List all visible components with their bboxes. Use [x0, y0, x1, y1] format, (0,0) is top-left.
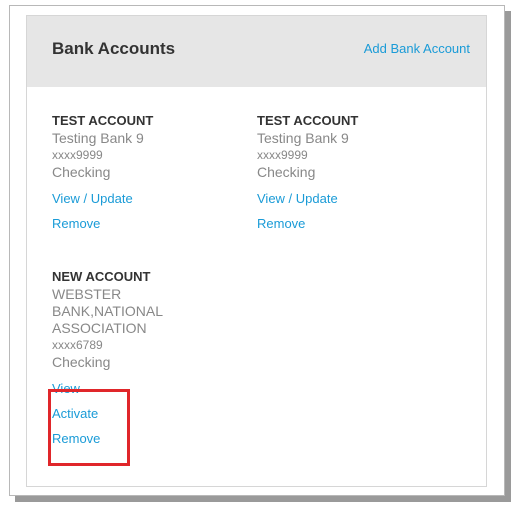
- account-card-1: TEST ACCOUNT Testing Bank 9 xxxx9999 Che…: [52, 112, 242, 241]
- account-number-masked: xxxx6789: [52, 338, 103, 352]
- remove-link[interactable]: Remove: [257, 216, 447, 232]
- account-type: Checking: [257, 164, 316, 180]
- highlight-box: [48, 389, 130, 466]
- bank-accounts-card: Bank Accounts Add Bank Account TEST ACCO…: [26, 15, 487, 487]
- account-type: Checking: [52, 164, 111, 180]
- bank-name-line-2: BANK,NATIONAL: [52, 303, 163, 319]
- bank-name-line-1: WEBSTER: [52, 286, 122, 302]
- bank-name-line-3: ASSOCIATION: [52, 320, 147, 336]
- account-actions: View / Update Remove: [257, 191, 447, 232]
- bank-name: Testing Bank 9: [257, 130, 349, 146]
- account-name: NEW ACCOUNT: [52, 269, 151, 284]
- account-number-masked: xxxx9999: [52, 148, 103, 162]
- account-name: TEST ACCOUNT: [257, 113, 359, 128]
- screenshot-frame: Bank Accounts Add Bank Account TEST ACCO…: [9, 5, 505, 496]
- add-bank-account-link[interactable]: Add Bank Account: [364, 41, 470, 56]
- account-number-masked: xxxx9999: [257, 148, 308, 162]
- bank-name: Testing Bank 9: [52, 130, 144, 146]
- view-update-link[interactable]: View / Update: [52, 191, 242, 207]
- remove-link[interactable]: Remove: [52, 216, 242, 232]
- account-name: TEST ACCOUNT: [52, 113, 154, 128]
- account-card-2: TEST ACCOUNT Testing Bank 9 xxxx9999 Che…: [257, 112, 447, 241]
- view-update-link[interactable]: View / Update: [257, 191, 447, 207]
- card-title: Bank Accounts: [52, 39, 176, 58]
- card-header: Bank Accounts Add Bank Account: [27, 16, 486, 87]
- account-actions: View / Update Remove: [52, 191, 242, 232]
- account-type: Checking: [52, 354, 111, 370]
